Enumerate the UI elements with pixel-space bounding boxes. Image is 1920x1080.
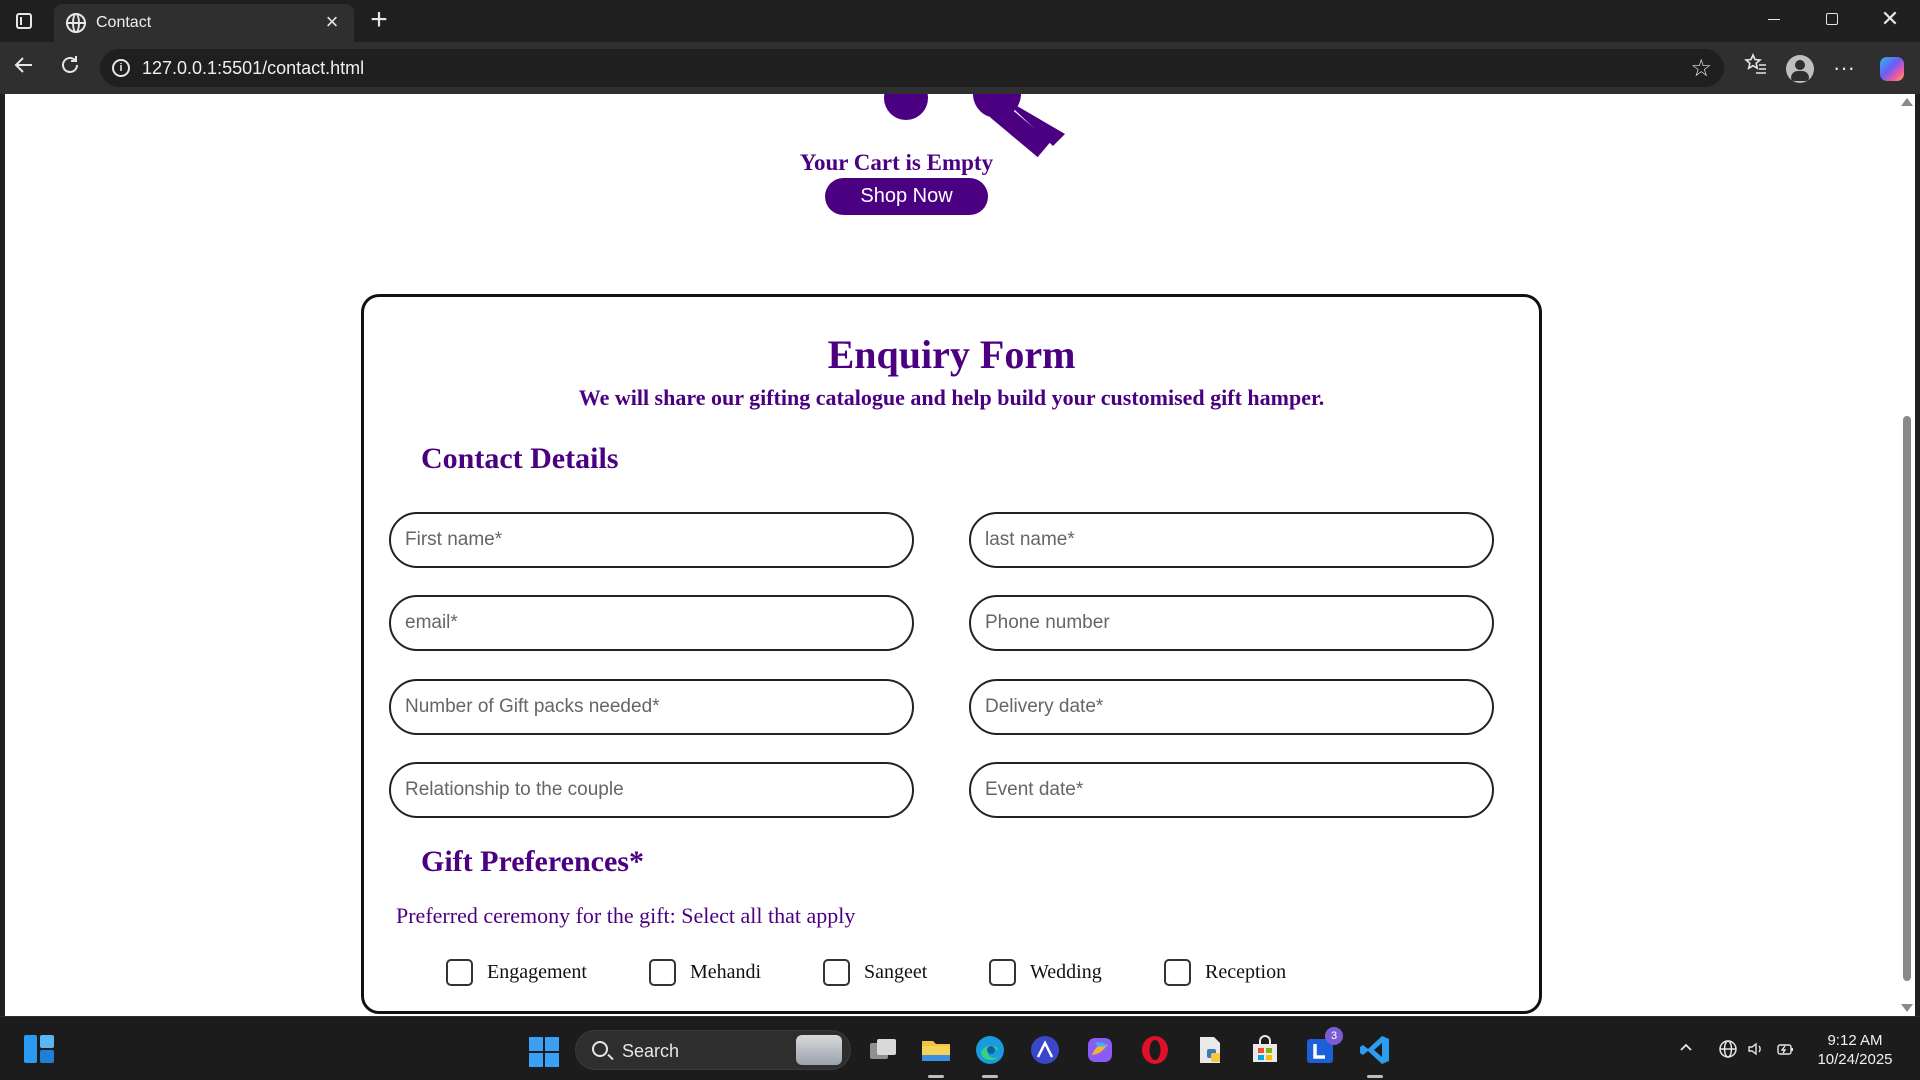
checkbox-label[interactable]: Reception <box>1205 961 1286 984</box>
enquiry-form: Enquiry Form We will share our gifting c… <box>361 294 1542 1014</box>
event-date-input[interactable] <box>969 762 1494 818</box>
checkbox-box[interactable] <box>649 959 676 986</box>
address-bar[interactable]: i 127.0.0.1:5501/contact.html ☆ <box>100 49 1724 87</box>
checkbox-box[interactable] <box>989 959 1016 986</box>
show-hidden-icons-chevron[interactable] <box>1678 1039 1694 1060</box>
scroll-down-arrow[interactable] <box>1901 1004 1913 1012</box>
more-menu-icon[interactable]: ··· <box>1828 52 1860 84</box>
profile-avatar[interactable] <box>1784 52 1816 84</box>
checkbox-box[interactable] <box>446 959 473 986</box>
reload-button[interactable] <box>54 52 86 84</box>
file-explorer-icon[interactable] <box>919 1033 953 1078</box>
minimize-button[interactable] <box>1752 8 1796 29</box>
clock-time: 9:12 AM <box>1827 1032 1883 1049</box>
notification-badge: 3 <box>1325 1027 1343 1045</box>
favorites-icon[interactable] <box>1740 52 1772 85</box>
battery-charging-icon[interactable] <box>1774 1039 1798 1064</box>
tab-actions-icon[interactable] <box>12 9 36 33</box>
vscode-icon[interactable] <box>1358 1033 1392 1078</box>
relationship-input[interactable] <box>389 762 914 818</box>
form-title: Enquiry Form <box>827 332 1076 377</box>
globe-icon <box>66 13 86 33</box>
widgets-icon[interactable] <box>24 1035 54 1063</box>
copilot-app-icon[interactable] <box>1083 1033 1117 1067</box>
site-info-icon[interactable]: i <box>112 59 130 77</box>
checkbox-box[interactable] <box>823 959 850 986</box>
system-clock[interactable]: 9:12 AM 10/24/2025 <box>1810 1031 1900 1069</box>
tab-title: Contact <box>96 14 152 31</box>
url-text[interactable]: 127.0.0.1:5501/contact.html <box>142 58 364 79</box>
delivery-date-input[interactable] <box>969 679 1494 735</box>
windows-start-icon[interactable] <box>529 1037 559 1067</box>
back-arrow-icon <box>14 57 32 73</box>
checkbox-label[interactable]: Wedding <box>1030 961 1102 984</box>
proton-vpn-icon[interactable] <box>1028 1033 1062 1067</box>
favorite-star-icon[interactable]: ☆ <box>1690 54 1712 83</box>
edge-browser-icon[interactable] <box>973 1033 1007 1078</box>
contact-details-heading: Contact Details <box>421 442 619 475</box>
close-tab-icon[interactable]: × <box>320 10 344 34</box>
ceremony-prompt: Preferred ceremony for the gift: Select … <box>396 903 856 928</box>
vertical-scrollbar[interactable] <box>1898 94 1915 1016</box>
copilot-icon[interactable] <box>1876 52 1908 84</box>
tab-contact[interactable]: Contact × <box>54 4 354 42</box>
python-file-icon[interactable] <box>1193 1033 1227 1067</box>
scroll-thumb[interactable] <box>1903 416 1911 981</box>
search-label: Search <box>622 1041 680 1061</box>
checkbox-box[interactable] <box>1164 959 1191 986</box>
opera-browser-icon[interactable] <box>1138 1033 1172 1067</box>
microsoft-store-icon[interactable] <box>1248 1033 1282 1067</box>
gift-preferences-heading: Gift Preferences* <box>421 845 644 878</box>
close-window-button[interactable]: ✕ <box>1868 6 1912 32</box>
scroll-up-arrow[interactable] <box>1901 98 1913 106</box>
volume-icon[interactable] <box>1744 1039 1768 1064</box>
last-name-input[interactable] <box>969 512 1494 568</box>
shop-now-button[interactable]: Shop Now <box>825 178 988 215</box>
taskbar: Search 3 9:12 AM 10/24/2025 <box>0 1016 1920 1080</box>
task-view-icon[interactable] <box>866 1033 900 1067</box>
new-tab-button[interactable]: + <box>364 4 394 36</box>
tab-bar: Contact × + ✕ <box>0 0 1920 42</box>
maximize-button[interactable] <box>1810 8 1854 30</box>
search-highlight-image <box>796 1035 842 1065</box>
reload-icon <box>62 56 78 73</box>
form-subtitle: We will share our gifting catalogue and … <box>578 385 1325 410</box>
email-input[interactable] <box>389 595 914 651</box>
back-button[interactable] <box>8 52 40 84</box>
first-name-input[interactable] <box>389 512 914 568</box>
checkbox-label[interactable]: Mehandi <box>690 961 761 984</box>
checkbox-label[interactable]: Engagement <box>487 961 587 984</box>
search-icon <box>592 1041 608 1057</box>
taskbar-search[interactable]: Search <box>575 1030 851 1070</box>
browser-toolbar: i 127.0.0.1:5501/contact.html ☆ ··· <box>0 42 1920 94</box>
page-viewport: Your Cart is Empty Shop Now Enquiry Form… <box>5 94 1898 1016</box>
lens-app-icon[interactable]: 3 <box>1303 1027 1343 1067</box>
gift-packs-input[interactable] <box>389 679 914 735</box>
checkbox-label[interactable]: Sangeet <box>864 961 927 984</box>
language-globe-icon[interactable] <box>1716 1039 1740 1064</box>
clock-date: 10/24/2025 <box>1817 1051 1893 1068</box>
cart-empty-text: Your Cart is Empty <box>799 150 994 175</box>
phone-input[interactable] <box>969 595 1494 651</box>
